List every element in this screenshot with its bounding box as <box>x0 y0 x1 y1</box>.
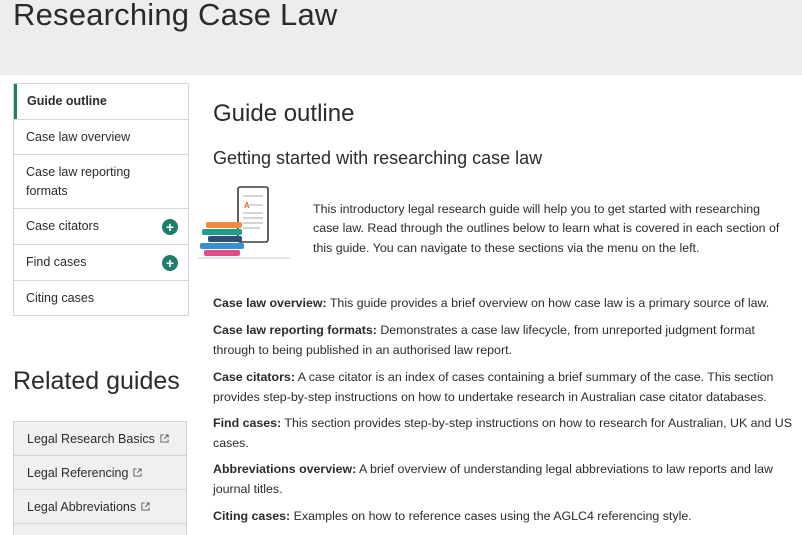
related-guide-link[interactable]: Legal Referencing <box>14 456 186 490</box>
sidebar-item-label: Guide outline <box>27 94 107 108</box>
guide-outline-heading: Guide outline <box>213 100 355 127</box>
sidebar-item-label: Citing cases <box>26 290 95 305</box>
section-text: Examples on how to reference cases using… <box>290 509 692 523</box>
sidebar-item-label: Find cases <box>26 255 87 269</box>
section-summary: Citing cases: Examples on how to referen… <box>213 507 793 527</box>
section-summary: Case law reporting formats: Demonstrates… <box>213 321 793 360</box>
svg-text:A: A <box>244 201 250 210</box>
getting-started-heading: Getting started with researching case la… <box>213 148 543 168</box>
section-text: A case citator is an index of cases cont… <box>213 370 774 404</box>
sidebar-item-label: Case law reporting formats <box>26 164 131 198</box>
sidebar-item-case-citators[interactable]: Case citators + <box>14 208 188 244</box>
sidebar-item-guide-outline[interactable]: Guide outline <box>14 84 188 119</box>
section-summary: Abbreviations overview: A brief overview… <box>213 460 793 499</box>
related-guide-link[interactable] <box>14 524 186 535</box>
external-link-icon <box>133 468 143 477</box>
sidebar-item-find-cases[interactable]: Find cases + <box>14 244 188 280</box>
tablet-and-books-icon: A <box>198 186 290 259</box>
section-term: Case law overview: <box>213 296 327 310</box>
sidebar-item-label: Case law overview <box>26 129 131 144</box>
section-term: Find cases: <box>213 416 282 430</box>
section-term: Citing cases: <box>213 509 291 523</box>
related-guide-label: Legal Abbreviations <box>27 499 137 514</box>
related-guides-list: Legal Research Basics Legal Referencing … <box>13 421 187 535</box>
page-title: Researching Case Law <box>13 0 338 32</box>
sidebar-item-case-law-overview[interactable]: Case law overview <box>14 119 188 154</box>
external-link-icon <box>160 434 169 443</box>
intro-paragraph: This introductory legal research guide w… <box>313 202 780 255</box>
page-banner: Researching Case Law <box>0 0 802 75</box>
expand-plus-icon[interactable]: + <box>162 254 178 271</box>
section-summary: Find cases: This section provides step-b… <box>213 414 793 453</box>
external-link-icon <box>141 502 150 511</box>
expand-plus-icon[interactable]: + <box>162 218 178 235</box>
related-guide-link[interactable]: Legal Abbreviations <box>14 490 186 524</box>
section-summary: Case law overview: This guide provides a… <box>213 294 793 314</box>
section-term: Case citators: <box>213 370 295 384</box>
sidebar-item-citing-cases[interactable]: Citing cases <box>14 280 188 315</box>
guide-side-nav: Guide outline Case law overview Case law… <box>13 83 189 316</box>
related-guides-heading: Related guides <box>13 367 180 395</box>
section-text: This guide provides a brief overview on … <box>326 296 770 310</box>
section-term: Abbreviations overview: <box>213 462 357 476</box>
related-guide-link[interactable]: Legal Research Basics <box>14 422 186 456</box>
related-guide-label: Legal Referencing <box>27 465 129 480</box>
section-term: Case law reporting formats: <box>213 323 377 337</box>
section-summary: Case citators: A case citator is an inde… <box>213 368 793 407</box>
related-guide-label: Legal Research Basics <box>27 431 155 446</box>
sidebar-item-case-law-reporting-formats[interactable]: Case law reporting formats <box>14 154 188 208</box>
sidebar-item-label: Case citators <box>26 219 99 233</box>
section-text: This section provides step-by-step instr… <box>213 416 792 450</box>
